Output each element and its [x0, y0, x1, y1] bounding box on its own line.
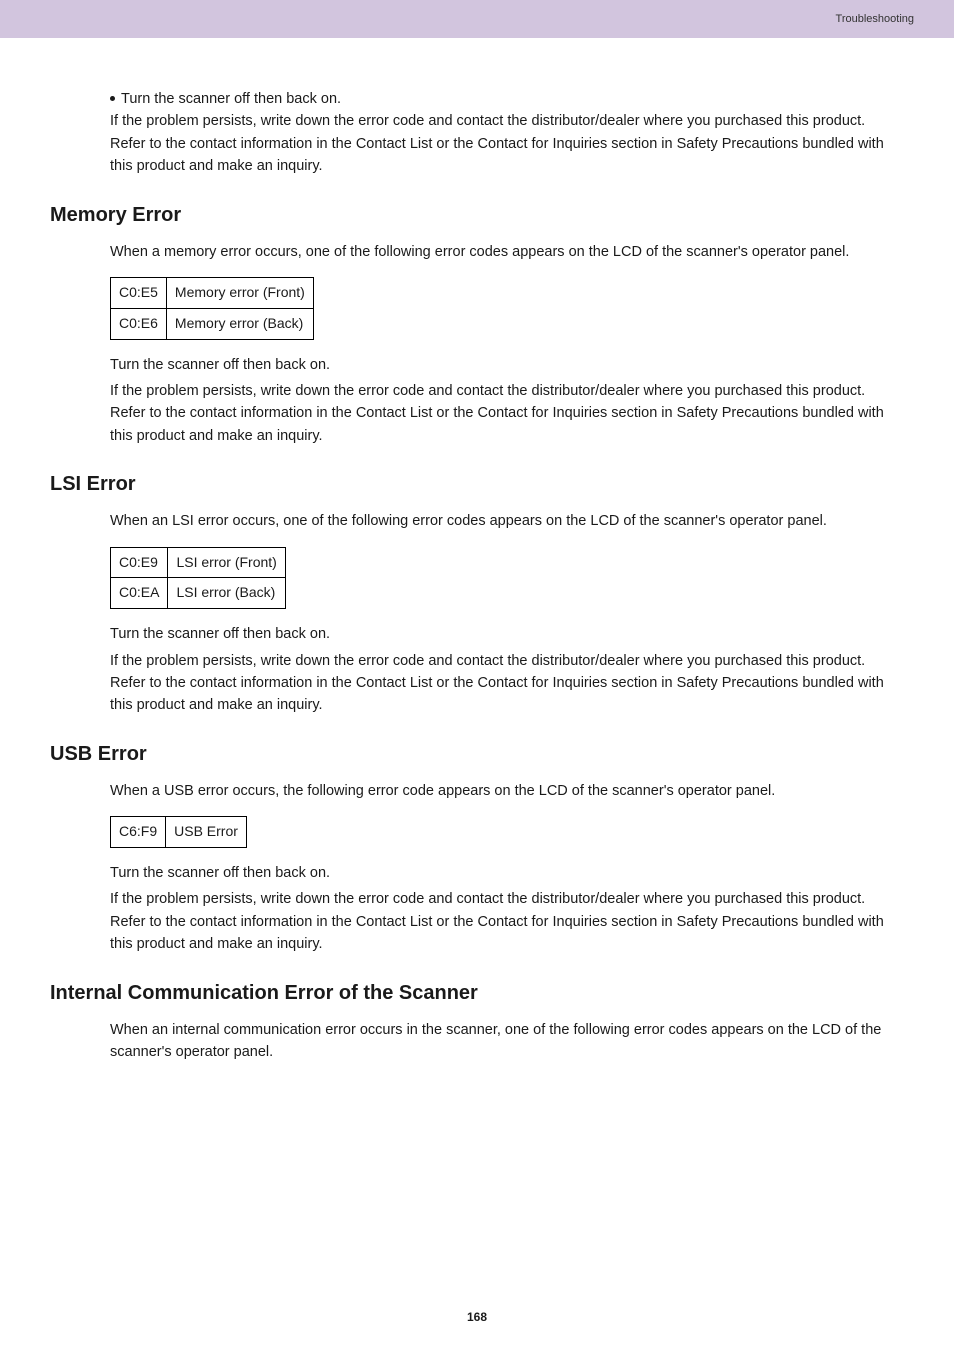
heading-lsi-error: LSI Error [50, 473, 904, 496]
usb-after2: If the problem persists, write down the … [110, 888, 894, 955]
memory-after1: Turn the scanner off then back on. [110, 354, 894, 376]
breadcrumb: Troubleshooting [836, 13, 914, 25]
bullet-icon [110, 96, 115, 101]
usb-intro: When a USB error occurs, the following e… [110, 780, 894, 802]
table-row: C0:EA LSI error (Back) [111, 578, 286, 609]
intro-bullet: Turn the scanner off then back on. [110, 88, 894, 110]
intro-bullet-text: Turn the scanner off then back on. [121, 91, 341, 107]
internal-content: When an internal communication error occ… [50, 1019, 904, 1064]
error-desc: Memory error (Back) [166, 308, 313, 339]
memory-after2: If the problem persists, write down the … [110, 380, 894, 447]
lsi-intro: When an LSI error occurs, one of the fol… [110, 510, 894, 532]
intro-block: Turn the scanner off then back on. If th… [50, 88, 904, 178]
usb-content: When a USB error occurs, the following e… [50, 780, 904, 956]
table-row: C0:E6 Memory error (Back) [111, 308, 314, 339]
error-code: C0:EA [111, 578, 168, 609]
lsi-after2: If the problem persists, write down the … [110, 650, 894, 717]
lsi-content: When an LSI error occurs, one of the fol… [50, 510, 904, 717]
error-code: C6:F9 [111, 817, 166, 848]
memory-content: When a memory error occurs, one of the f… [50, 241, 904, 448]
error-desc: LSI error (Back) [168, 578, 285, 609]
usb-after1: Turn the scanner off then back on. [110, 862, 894, 884]
lsi-error-table: C0:E9 LSI error (Front) C0:EA LSI error … [110, 547, 286, 609]
page-number: 168 [0, 1310, 954, 1324]
heading-memory-error: Memory Error [50, 204, 904, 227]
memory-intro: When a memory error occurs, one of the f… [110, 241, 894, 263]
error-code: C0:E6 [111, 308, 167, 339]
table-row: C0:E5 Memory error (Front) [111, 278, 314, 309]
heading-usb-error: USB Error [50, 743, 904, 766]
error-desc: Memory error (Front) [166, 278, 313, 309]
memory-error-table: C0:E5 Memory error (Front) C0:E6 Memory … [110, 277, 314, 339]
internal-intro: When an internal communication error occ… [110, 1019, 894, 1064]
lsi-after1: Turn the scanner off then back on. [110, 623, 894, 645]
error-code: C0:E9 [111, 547, 168, 578]
heading-internal-comm-error: Internal Communication Error of the Scan… [50, 982, 904, 1005]
page-body: Turn the scanner off then back on. If th… [0, 38, 954, 1064]
error-desc: LSI error (Front) [168, 547, 285, 578]
table-row: C6:F9 USB Error [111, 817, 247, 848]
error-code: C0:E5 [111, 278, 167, 309]
header-band: Troubleshooting [0, 0, 954, 38]
error-desc: USB Error [166, 817, 247, 848]
intro-persist-text: If the problem persists, write down the … [110, 110, 894, 177]
usb-error-table: C6:F9 USB Error [110, 816, 247, 848]
table-row: C0:E9 LSI error (Front) [111, 547, 286, 578]
